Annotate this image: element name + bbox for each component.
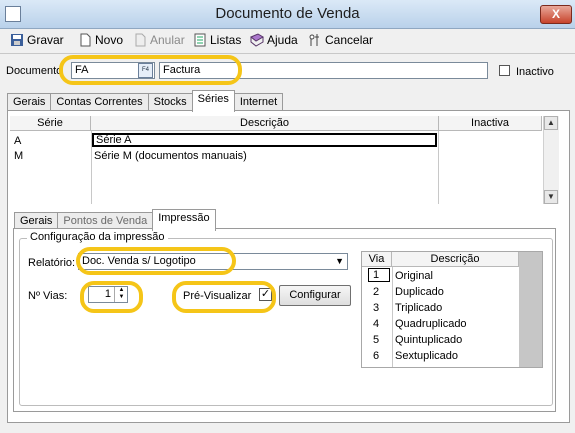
series-grid: Série Descrição Inactiva A Série A M Sér…: [10, 116, 542, 204]
via-descricao-cell[interactable]: Triplicado: [395, 301, 442, 315]
group-title: Configuração da impressão: [27, 231, 168, 243]
inactivo-checkbox[interactable]: [499, 65, 510, 76]
spin-buttons[interactable]: ▲ ▼: [114, 287, 128, 302]
via-cell[interactable]: 2: [373, 285, 379, 299]
toolbar: Gravar Novo Anular Listas Ajuda Cancelar: [0, 29, 575, 51]
via-descricao-cell[interactable]: Quintuplicado: [395, 333, 462, 347]
subtab-impressao[interactable]: Impressão: [152, 209, 216, 231]
inactivo-label: Inactivo: [516, 66, 554, 78]
documento-description-value: Factura: [163, 64, 201, 76]
via-cell[interactable]: 6: [373, 349, 379, 363]
grid-divider: [392, 267, 393, 367]
new-document-icon: [80, 33, 91, 47]
via-cell-selected[interactable]: 1: [368, 268, 390, 282]
relatorio-value: Doc. Venda s/ Logotipo: [82, 255, 196, 267]
documento-description-field[interactable]: Factura: [159, 62, 488, 79]
table-row-serie[interactable]: M: [14, 149, 23, 163]
listas-label: Listas: [210, 33, 242, 47]
via-descricao-cell[interactable]: Quadruplicado: [395, 317, 467, 331]
vias-grid-empty-area: [519, 252, 542, 367]
spin-down-icon[interactable]: ▼: [115, 294, 128, 301]
configurar-button[interactable]: Configurar: [279, 285, 351, 306]
title-bar: Documento de Venda X: [0, 0, 575, 29]
col-header-serie[interactable]: Série: [10, 116, 91, 131]
help-book-icon: [250, 33, 264, 47]
listas-button[interactable]: Listas: [193, 32, 241, 48]
vias-label: Nº Vias:: [28, 290, 68, 302]
ajuda-button[interactable]: Ajuda: [250, 32, 298, 48]
list-icon: [194, 33, 206, 47]
gravar-button[interactable]: Gravar: [10, 32, 64, 48]
save-icon: [11, 34, 23, 46]
scroll-down-icon[interactable]: ▼: [544, 190, 558, 204]
col-header-descricao[interactable]: Descrição: [91, 116, 439, 131]
via-descricao-cell[interactable]: Original: [395, 269, 433, 283]
table-row-serie[interactable]: A: [14, 134, 21, 148]
via-cell[interactable]: 5: [373, 333, 379, 347]
pre-visualizar-label: Pré-Visualizar: [183, 290, 252, 302]
cancelar-button[interactable]: Cancelar: [308, 32, 373, 48]
tab-series[interactable]: Séries: [191, 90, 235, 112]
col-header-via-descricao[interactable]: Descrição: [392, 252, 519, 267]
series-scrollbar[interactable]: ▲ ▼: [543, 116, 559, 204]
close-button[interactable]: X: [540, 5, 572, 24]
via-descricao-cell[interactable]: Duplicado: [395, 285, 444, 299]
anular-label: Anular: [150, 33, 185, 47]
anular-button[interactable]: Anular: [133, 32, 185, 48]
lookup-icon[interactable]: F4: [138, 63, 153, 78]
window-title: Documento de Venda: [215, 5, 360, 22]
via-cell[interactable]: 3: [373, 301, 379, 315]
table-row-descricao-selected[interactable]: Série A: [92, 133, 437, 147]
vias-grid: Via Descrição 1 Original 2 Duplicado 3 T…: [361, 251, 543, 368]
gravar-label: Gravar: [27, 33, 64, 47]
cancelar-label: Cancelar: [325, 33, 374, 47]
novo-label: Novo: [95, 33, 124, 47]
via-descricao-cell[interactable]: Sextuplicado: [395, 349, 458, 363]
grid-divider: [438, 131, 439, 204]
scroll-up-icon[interactable]: ▲: [544, 116, 558, 130]
relatorio-select[interactable]: Doc. Venda s/ Logotipo ▼: [78, 253, 348, 270]
via-cell[interactable]: 4: [373, 317, 379, 331]
anular-icon: [135, 33, 146, 47]
spin-up-icon[interactable]: ▲: [115, 287, 128, 294]
toolbar-divider: [0, 53, 575, 54]
documento-label: Documento: [6, 65, 63, 77]
relatorio-label: Relatório:: [28, 257, 76, 269]
chevron-down-icon[interactable]: ▼: [335, 256, 344, 266]
col-header-via[interactable]: Via: [362, 252, 392, 267]
table-row-descricao[interactable]: Série M (documentos manuais): [94, 149, 247, 163]
documento-code-value: FA: [75, 64, 89, 76]
col-header-inactiva[interactable]: Inactiva: [439, 116, 542, 131]
vias-value: 1: [104, 288, 111, 300]
pre-visualizar-checkbox[interactable]: ✓: [259, 288, 272, 301]
ajuda-label: Ajuda: [267, 33, 298, 47]
novo-button[interactable]: Novo: [78, 32, 123, 48]
cancel-icon: [309, 34, 319, 46]
